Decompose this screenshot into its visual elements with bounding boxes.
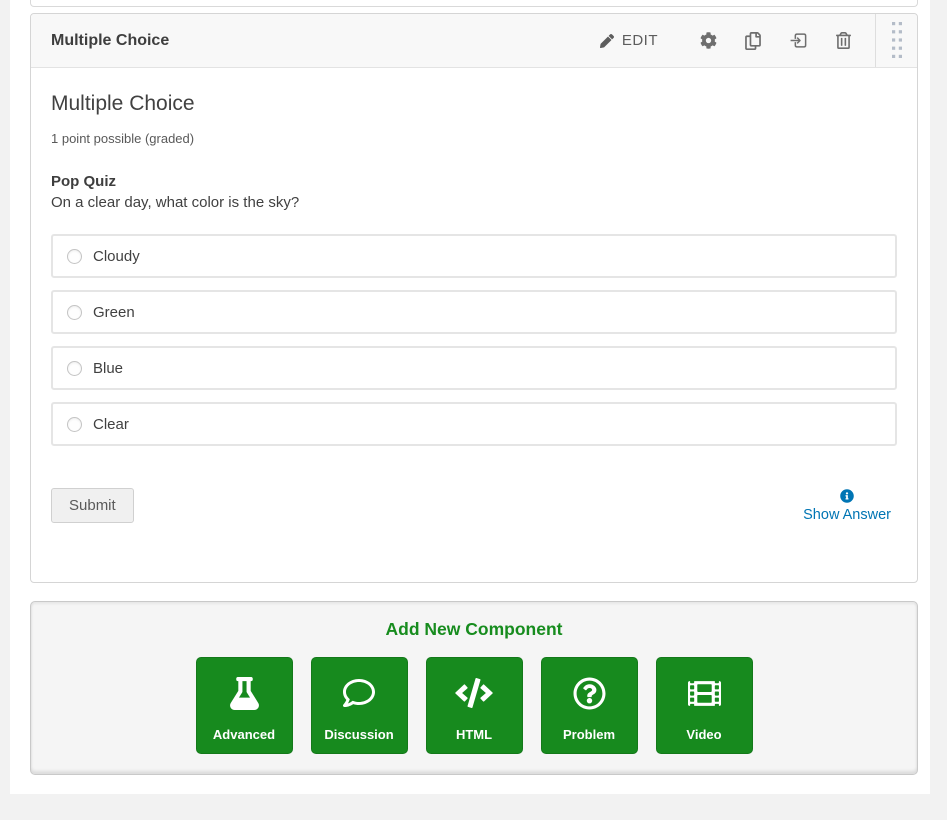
answer-option-label: Clear [93, 416, 129, 433]
drag-handle[interactable] [875, 14, 917, 67]
component-title: Multiple Choice [51, 32, 169, 50]
answer-option-row[interactable]: Cloudy [51, 234, 897, 278]
radio-button-icon[interactable] [67, 361, 82, 376]
component-type-buttons: Advanced Discussion HTML Problem [31, 657, 917, 754]
answer-option-label: Blue [93, 360, 123, 377]
show-answer-label: Show Answer [803, 507, 891, 523]
problem-heading: Multiple Choice [51, 92, 897, 116]
drag-handle-icon [891, 21, 903, 61]
answer-option-row[interactable]: Blue [51, 346, 897, 390]
duplicate-icon [745, 32, 761, 50]
add-problem-button[interactable]: Problem [541, 657, 638, 754]
question-text: On a clear day, what color is the sky? [51, 194, 897, 211]
duplicate-button[interactable] [731, 26, 775, 56]
edit-button[interactable]: EDIT [586, 26, 672, 55]
component-actions: EDIT [586, 14, 917, 67]
add-advanced-button[interactable]: Advanced [196, 657, 293, 754]
add-html-button[interactable]: HTML [426, 657, 523, 754]
points-text: 1 point possible (graded) [51, 131, 897, 146]
previous-component-edge [30, 0, 918, 7]
add-discussion-button[interactable]: Discussion [311, 657, 408, 754]
component-button-label: Problem [563, 727, 615, 742]
delete-icon [836, 32, 851, 49]
submit-button[interactable]: Submit [51, 488, 134, 523]
question-title: Pop Quiz [51, 173, 897, 190]
answer-option-label: Cloudy [93, 248, 140, 265]
add-new-component-title: Add New Component [31, 619, 917, 640]
settings-button[interactable] [686, 26, 731, 55]
radio-button-icon[interactable] [67, 305, 82, 320]
radio-button-icon[interactable] [67, 417, 82, 432]
move-icon [789, 31, 808, 50]
component-button-label: Discussion [324, 727, 393, 742]
move-button[interactable] [775, 25, 822, 56]
code-icon [455, 673, 493, 713]
gear-icon [700, 32, 717, 49]
add-video-button[interactable]: Video [656, 657, 753, 754]
problem-actions-row: Submit Show Answer [51, 488, 897, 523]
radio-button-icon[interactable] [67, 249, 82, 264]
question-circle-icon [573, 673, 606, 713]
flask-icon [230, 673, 259, 713]
component-header: Multiple Choice EDIT [31, 14, 917, 68]
comment-icon [342, 673, 376, 713]
edit-button-label: EDIT [622, 32, 658, 49]
component-button-label: Advanced [213, 727, 275, 742]
problem-preview: Multiple Choice 1 point possible (graded… [31, 68, 917, 523]
answer-option-row[interactable]: Green [51, 290, 897, 334]
pencil-icon [600, 34, 614, 48]
answer-option-row[interactable]: Clear [51, 402, 897, 446]
show-answer-link[interactable]: Show Answer [803, 489, 891, 523]
unit-content-area: Multiple Choice EDIT [10, 0, 930, 794]
delete-button[interactable] [822, 26, 865, 55]
film-icon [688, 673, 721, 713]
component-button-label: Video [686, 727, 721, 742]
add-new-component-panel: Add New Component Advanced Discussion HT… [30, 601, 918, 775]
xblock-component-card: Multiple Choice EDIT [30, 13, 918, 583]
info-circle-icon [840, 489, 854, 503]
answer-option-label: Green [93, 304, 135, 321]
component-button-label: HTML [456, 727, 492, 742]
